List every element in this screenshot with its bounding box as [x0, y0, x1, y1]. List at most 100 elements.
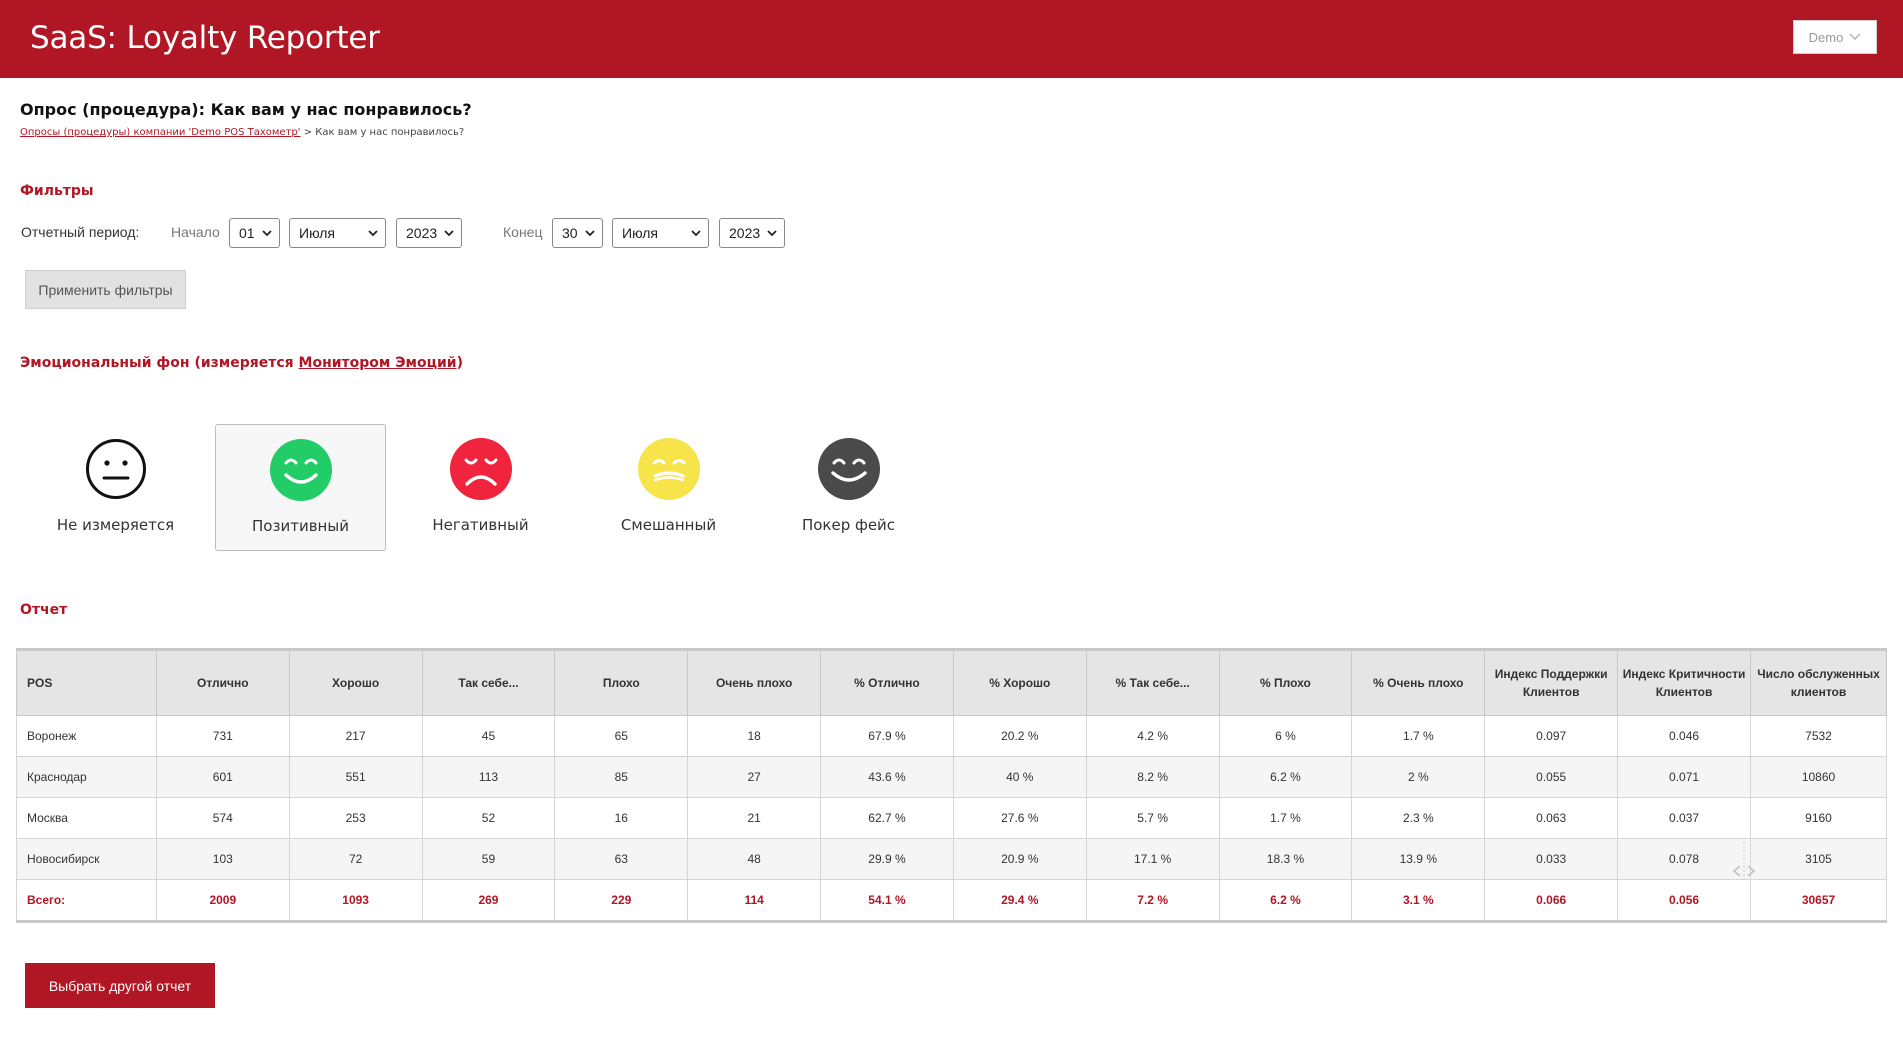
table-cell: 27.6 % [952, 797, 1087, 839]
chevron-down-icon [1849, 33, 1861, 41]
chevron-down-icon [368, 230, 378, 237]
column-header[interactable]: % Очень плохо [1351, 649, 1486, 716]
column-header[interactable]: Число обслуженных клиентов [1750, 649, 1887, 716]
table-row: Краснодар 601 551 113 85 27 43.6 % 40 % … [16, 756, 1887, 798]
table-cell: 0.097 [1484, 715, 1619, 757]
total-cell: 7.2 % [1085, 879, 1220, 922]
table-cell: 52 [421, 797, 556, 839]
column-header[interactable]: Так себе... [421, 649, 556, 716]
emotions-heading-suffix: ) [456, 355, 463, 371]
table-cell: 0.063 [1484, 797, 1619, 839]
table-cell: 17.1 % [1085, 838, 1220, 880]
column-header[interactable]: Индекс Критичности Клиентов [1617, 649, 1751, 716]
total-cell: 1093 [288, 879, 423, 922]
table-row: Воронеж 731 217 45 65 18 67.9 % 20.2 % 4… [16, 715, 1887, 757]
app-title: SaaS: Loyalty Reporter [30, 20, 380, 56]
column-header[interactable]: Очень плохо [687, 649, 822, 716]
emotion-not-measured[interactable]: Не измеряется [30, 424, 201, 551]
total-cell: 29.4 % [952, 879, 1087, 922]
emotions-heading-prefix: Эмоциональный фон (измеряется [20, 355, 299, 371]
table-cell: 601 [155, 756, 290, 798]
table-cell: 63 [554, 838, 689, 880]
column-header[interactable]: % Отлично [820, 649, 954, 716]
table-header-row: POS Отлично Хорошо Так себе... Плохо Оче… [16, 649, 1887, 716]
end-month-value: Июля [622, 225, 659, 241]
emotion-negative[interactable]: Негативный [395, 424, 566, 551]
emotion-label: Покер фейс [801, 516, 896, 534]
end-label: Конец [503, 224, 543, 240]
emotion-monitor-link[interactable]: Монитором Эмоций [299, 355, 457, 371]
column-header[interactable]: Отлично [155, 649, 290, 716]
table-cell: 551 [288, 756, 423, 798]
table-cell: 85 [554, 756, 689, 798]
breadcrumb: Опросы (процедуры) компании 'Demo POS Та… [20, 127, 464, 138]
start-day-select[interactable]: 01 [229, 218, 280, 248]
table-cell: 7532 [1750, 715, 1887, 757]
column-header[interactable]: Плохо [554, 649, 689, 716]
mixed-face-icon [637, 438, 700, 500]
column-header[interactable]: % Хорошо [952, 649, 1087, 716]
table-cell: 18.3 % [1218, 838, 1353, 880]
table-cell: 8.2 % [1085, 756, 1220, 798]
end-day-select[interactable]: 30 [552, 218, 603, 248]
table-cell: 217 [288, 715, 423, 757]
table-cell: 0.037 [1617, 797, 1751, 839]
table-cell: 0.055 [1484, 756, 1619, 798]
emotion-label: Позитивный [252, 517, 349, 535]
total-cell: 114 [687, 879, 822, 922]
report-table: POS Отлично Хорошо Так себе... Плохо Оче… [16, 648, 1887, 923]
cell-pos: Москва [16, 797, 157, 839]
chevron-down-icon [585, 230, 595, 237]
end-month-select[interactable]: Июля [612, 218, 709, 248]
table-cell: 45 [421, 715, 556, 757]
total-cell: 54.1 % [820, 879, 954, 922]
start-year-select[interactable]: 2023 [396, 218, 462, 248]
start-month-value: Июля [299, 225, 336, 241]
choose-other-report-button[interactable]: Выбрать другой отчет [25, 963, 215, 1008]
table-cell: 20.2 % [952, 715, 1087, 757]
period-label: Отчетный период: [21, 224, 140, 240]
emotion-mixed[interactable]: Смешанный [583, 424, 754, 551]
chevron-down-icon [767, 230, 777, 237]
total-cell: 229 [554, 879, 689, 922]
neutral-face-icon [85, 439, 146, 499]
user-menu-button[interactable]: Demo [1793, 20, 1877, 54]
table-cell: 6 % [1218, 715, 1353, 757]
smile-face-icon [269, 439, 332, 501]
top-bar: SaaS: Loyalty Reporter Demo [0, 0, 1903, 78]
table-cell: 20.9 % [952, 838, 1087, 880]
end-day-value: 30 [562, 225, 578, 241]
column-header[interactable]: Индекс Поддержки Клиентов [1484, 649, 1619, 716]
table-cell: 18 [687, 715, 822, 757]
table-cell: 5.7 % [1085, 797, 1220, 839]
table-cell: 103 [155, 838, 290, 880]
total-cell: 269 [421, 879, 556, 922]
table-cell: 0.071 [1617, 756, 1751, 798]
table-cell: 253 [288, 797, 423, 839]
column-resize-icon[interactable] [1727, 842, 1761, 882]
table-cell: 59 [421, 838, 556, 880]
column-header[interactable]: % Так себе... [1085, 649, 1220, 716]
emotion-positive[interactable]: Позитивный [215, 424, 386, 551]
apply-filters-button[interactable]: Применить фильтры [25, 270, 186, 309]
end-year-select[interactable]: 2023 [719, 218, 785, 248]
column-header[interactable]: % Плохо [1218, 649, 1353, 716]
table-cell: 62.7 % [820, 797, 954, 839]
start-year-value: 2023 [406, 225, 438, 241]
emotions-heading: Эмоциональный фон (измеряется Монитором … [20, 355, 463, 371]
table-cell: 1.7 % [1218, 797, 1353, 839]
emotion-poker-face[interactable]: Покер фейс [763, 424, 934, 551]
grin-face-icon [817, 438, 880, 500]
table-cell: 0.033 [1484, 838, 1619, 880]
start-month-select[interactable]: Июля [289, 218, 386, 248]
breadcrumb-separator: > [300, 127, 316, 138]
breadcrumb-link-surveys[interactable]: Опросы (процедуры) компании 'Demo POS Та… [20, 127, 301, 138]
table-cell: 13.9 % [1351, 838, 1486, 880]
column-header[interactable]: POS [16, 649, 157, 716]
table-cell: 113 [421, 756, 556, 798]
table-cell: 72 [288, 838, 423, 880]
column-header[interactable]: Хорошо [288, 649, 423, 716]
start-label: Начало [171, 224, 220, 240]
table-cell: 2 % [1351, 756, 1486, 798]
emotion-label: Смешанный [620, 516, 717, 534]
